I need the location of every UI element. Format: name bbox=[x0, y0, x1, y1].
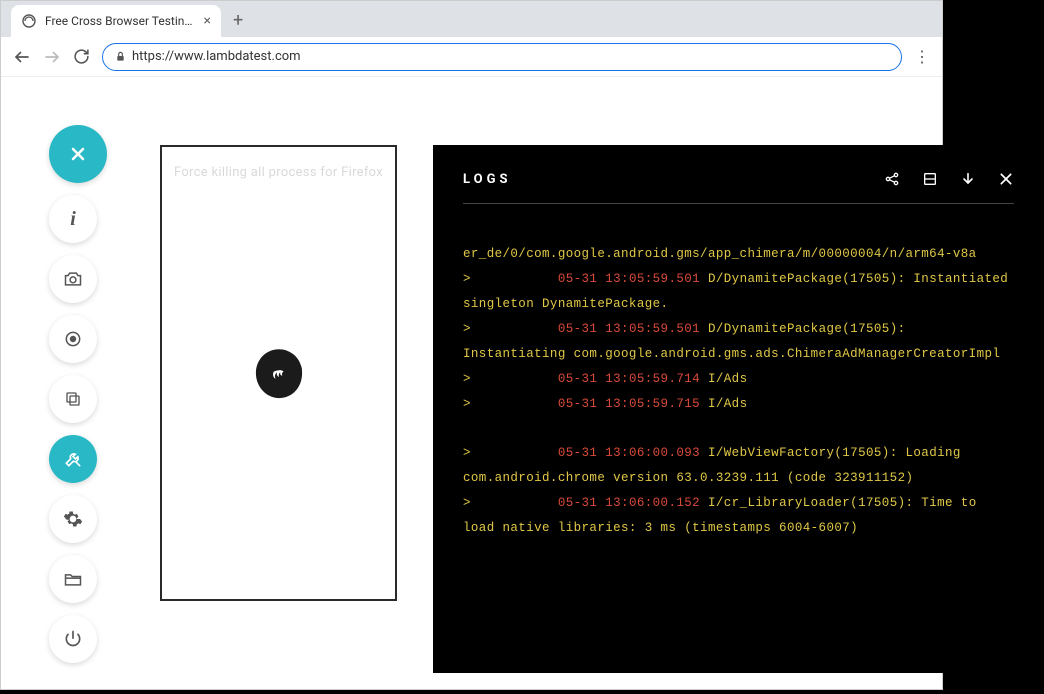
browser-window: Free Cross Browser Testing Clou × + http… bbox=[0, 0, 943, 690]
logs-title: LOGS bbox=[463, 172, 511, 187]
content-area: i Force killing bbox=[1, 77, 942, 689]
gear-icon bbox=[63, 509, 83, 529]
log-line: > 05-31 13:05:59.501 D/DynamitePackage(1… bbox=[463, 267, 1014, 317]
log-line: > 05-31 13:05:59.715 I/Ads bbox=[463, 392, 1014, 417]
firefox-logo-icon bbox=[246, 340, 312, 406]
power-icon bbox=[63, 629, 83, 649]
new-tab-button[interactable]: + bbox=[233, 10, 243, 37]
more-button[interactable]: ⋮ bbox=[914, 47, 930, 66]
device-overlay-text: Force killing all process for Firefox bbox=[174, 165, 383, 180]
reload-button[interactable] bbox=[73, 48, 90, 65]
log-line: > 05-31 13:05:59.501 D/DynamitePackage(1… bbox=[463, 317, 1014, 367]
logs-actions bbox=[884, 171, 1014, 187]
log-line: > 05-31 13:06:00.093 I/WebViewFactory(17… bbox=[463, 441, 1014, 491]
device-frame: Force killing all process for Firefox bbox=[160, 145, 397, 601]
log-line: > 05-31 13:05:59.714 I/Ads bbox=[463, 367, 1014, 392]
logs-header: LOGS bbox=[463, 171, 1014, 204]
record-icon bbox=[63, 329, 83, 349]
logs-close-button[interactable] bbox=[998, 171, 1014, 187]
close-icon bbox=[68, 144, 88, 164]
folder-icon bbox=[63, 569, 83, 589]
nav-bar: https://www.lambdatest.com ⋮ bbox=[1, 37, 942, 77]
split-button[interactable] bbox=[922, 171, 938, 187]
forward-button[interactable] bbox=[43, 48, 61, 66]
sidebar-power-button[interactable] bbox=[49, 615, 97, 663]
camera-icon bbox=[63, 269, 83, 289]
info-icon: i bbox=[70, 208, 76, 231]
tab-bar: Free Cross Browser Testing Clou × + bbox=[1, 1, 942, 37]
sidebar: i bbox=[49, 125, 107, 663]
download-button[interactable] bbox=[960, 171, 976, 187]
lock-icon bbox=[115, 51, 126, 62]
log-line: er_de/0/com.google.android.gms/app_chime… bbox=[463, 242, 1014, 267]
close-icon bbox=[998, 171, 1014, 187]
tools-icon bbox=[63, 449, 83, 469]
logs-body[interactable]: er_de/0/com.google.android.gms/app_chime… bbox=[463, 242, 1014, 541]
sidebar-info-button[interactable]: i bbox=[49, 195, 97, 243]
tab-title: Free Cross Browser Testing Clou bbox=[45, 14, 196, 28]
split-icon bbox=[922, 171, 938, 187]
share-icon bbox=[884, 171, 900, 187]
back-button[interactable] bbox=[13, 48, 31, 66]
sidebar-copy-button[interactable] bbox=[49, 375, 97, 423]
share-button[interactable] bbox=[884, 171, 900, 187]
sidebar-close-button[interactable] bbox=[49, 125, 107, 183]
logs-panel: LOGS er_de/0/com.google.andro bbox=[433, 145, 1044, 673]
download-icon bbox=[960, 171, 976, 187]
tab-close-icon[interactable]: × bbox=[204, 13, 211, 29]
log-line: > 05-31 13:06:00.152 I/cr_LibraryLoader(… bbox=[463, 491, 1014, 541]
sidebar-settings-button[interactable] bbox=[49, 495, 97, 543]
browser-tab[interactable]: Free Cross Browser Testing Clou × bbox=[11, 5, 221, 37]
url-text: https://www.lambdatest.com bbox=[132, 49, 301, 64]
sidebar-files-button[interactable] bbox=[49, 555, 97, 603]
url-bar[interactable]: https://www.lambdatest.com bbox=[102, 43, 902, 71]
tab-favicon bbox=[21, 13, 37, 29]
sidebar-devtools-button[interactable] bbox=[49, 435, 97, 483]
sidebar-screenshot-button[interactable] bbox=[49, 255, 97, 303]
sidebar-record-button[interactable] bbox=[49, 315, 97, 363]
copy-icon bbox=[64, 390, 82, 408]
